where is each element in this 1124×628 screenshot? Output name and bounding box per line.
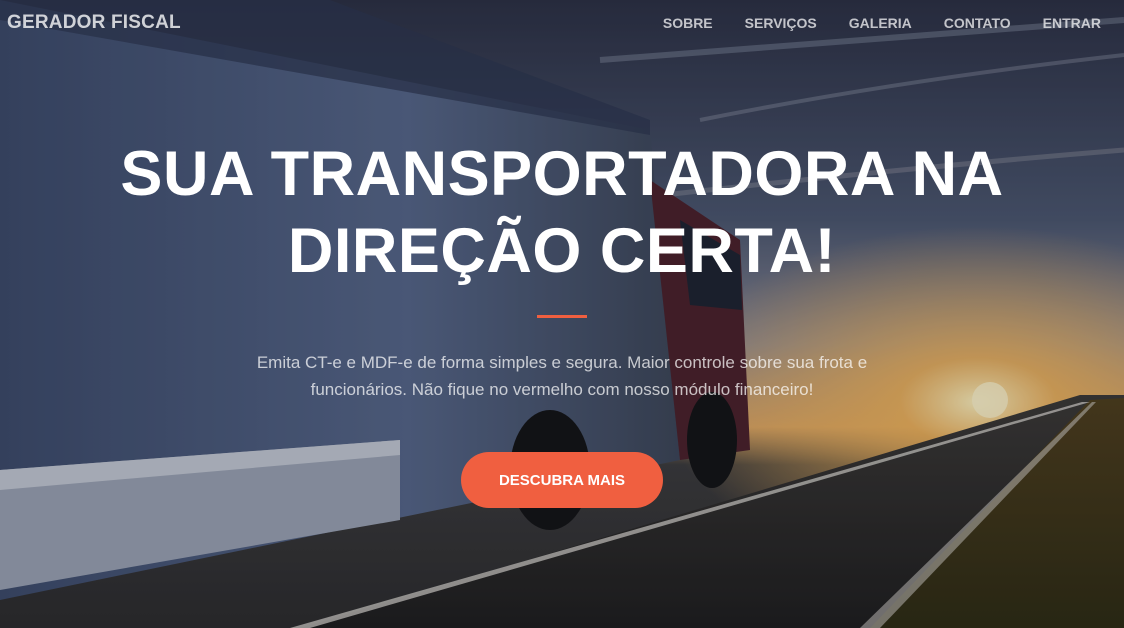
hero-lead-line2: funcionários. Não fique no vermelho com … — [310, 380, 814, 399]
nav-link-entrar[interactable]: ENTRAR — [1027, 15, 1101, 31]
hero-headline: SUA TRANSPORTADORA NA DIREÇÃO CERTA! — [0, 136, 1124, 290]
nav-link-contato[interactable]: CONTATO — [928, 15, 1027, 31]
hero-lead-text: Emita CT-e e MDF-e de forma simples e se… — [212, 349, 912, 403]
nav-link-galeria[interactable]: GALERIA — [833, 15, 928, 31]
hero-headline-line2: DIREÇÃO CERTA! — [287, 216, 837, 286]
nav-item: ENTRAR — [1027, 15, 1101, 31]
nav-link-servicos[interactable]: SERVIÇOS — [729, 15, 833, 31]
nav-item: GALERIA — [833, 15, 928, 31]
nav-item: CONTATO — [928, 15, 1027, 31]
brand-logo-link[interactable]: GERADOR FISCAL — [7, 12, 181, 34]
hero-section: GERADOR FISCAL SOBRE SERVIÇOS GALERIA CO… — [0, 0, 1124, 628]
hero-lead-line1: Emita CT-e e MDF-e de forma simples e se… — [256, 353, 868, 372]
accent-divider — [537, 315, 587, 318]
navbar: GERADOR FISCAL SOBRE SERVIÇOS GALERIA CO… — [0, 0, 1124, 46]
nav-item: SERVIÇOS — [729, 15, 833, 31]
hero-overlay — [0, 0, 1124, 628]
nav-menu: SOBRE SERVIÇOS GALERIA CONTATO ENTRAR — [647, 15, 1101, 31]
discover-more-button[interactable]: DESCUBRA MAIS — [461, 452, 663, 508]
hero-headline-line1: SUA TRANSPORTADORA NA — [120, 139, 1004, 209]
nav-link-sobre[interactable]: SOBRE — [647, 15, 729, 31]
nav-item: SOBRE — [647, 15, 729, 31]
